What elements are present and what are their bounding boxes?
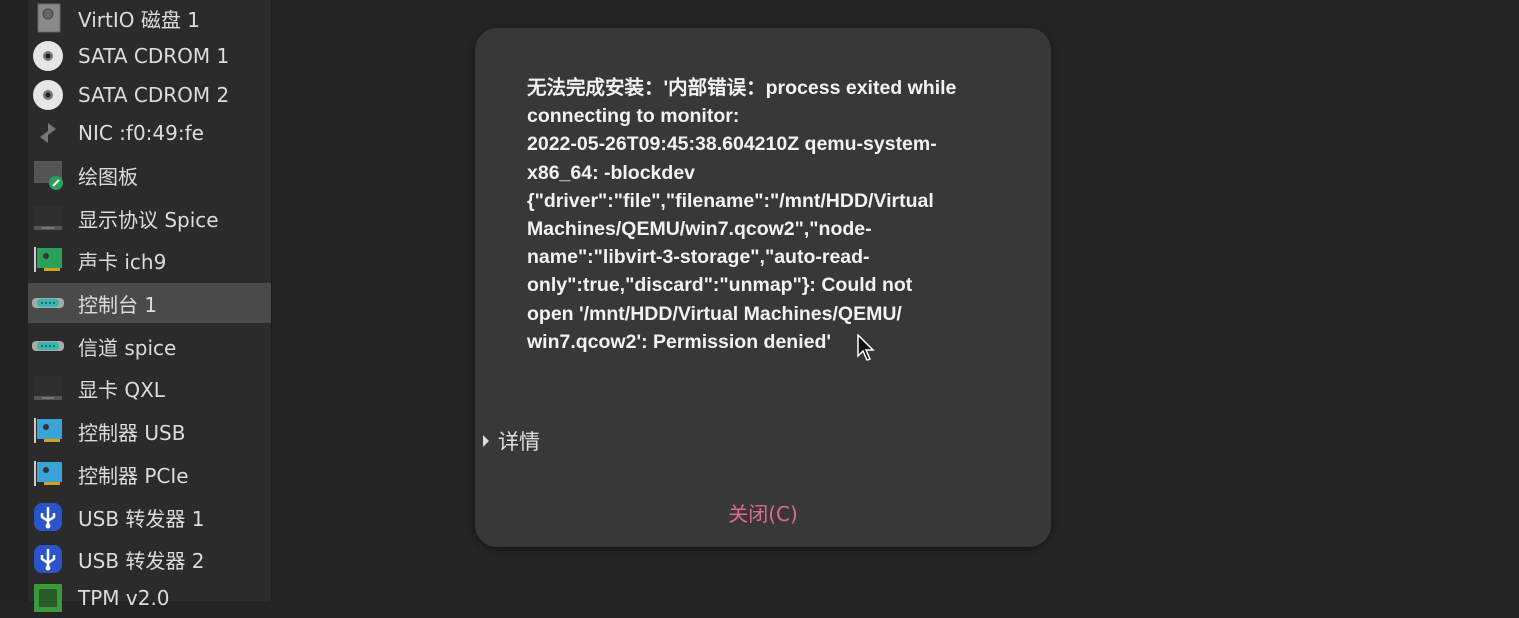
display-icon — [32, 202, 64, 234]
sidebar-item-label: VirtIO 磁盘 1 — [78, 7, 200, 32]
display-icon — [32, 372, 64, 404]
error-message-line: Machines/QEMU/win7.qcow2","node- — [527, 218, 872, 241]
close-button[interactable]: 关闭(C) — [475, 498, 1051, 527]
sidebar-item-label: 控制器 PCIe — [78, 463, 189, 488]
sidebar-item[interactable]: USB 转发器 2 — [28, 539, 271, 579]
sidebar-item-label: SATA CDROM 1 — [78, 44, 230, 68]
sidebar-item-label: 显卡 QXL — [78, 377, 165, 402]
hard-disk-icon — [32, 2, 64, 34]
error-message-line: {"driver":"file","filename":"/mnt/HDD/Vi… — [527, 189, 934, 212]
details-expander[interactable]: 详情 — [483, 426, 540, 456]
sidebar-item-label: 信道 spice — [78, 335, 177, 360]
sidebar-item-label: SATA CDROM 2 — [78, 83, 230, 107]
sidebar-item[interactable]: 绘图板 — [28, 155, 271, 195]
sidebar-item[interactable]: SATA CDROM 1 — [28, 36, 271, 76]
sidebar-item[interactable]: 声卡 ich9 — [28, 240, 271, 280]
sidebar-item-label: 绘图板 — [78, 164, 138, 189]
left-edge — [0, 0, 28, 601]
sidebar-item-label: 控制台 1 — [78, 292, 158, 317]
error-message-line: open '/mnt/HDD/Virtual Machines/QEMU/ — [527, 302, 902, 325]
details-label: 详情 — [498, 430, 540, 454]
sidebar-item[interactable]: 控制台 1 — [28, 283, 271, 323]
sidebar-item[interactable]: SATA CDROM 2 — [28, 75, 271, 115]
sidebar-item[interactable]: 控制器 USB — [28, 411, 271, 451]
sidebar-item-label: TPM v2.0 — [78, 586, 170, 610]
error-dialog: 无法完成安装：'内部错误：process exited while connect… — [475, 28, 1051, 547]
sidebar-item[interactable]: USB 转发器 1 — [28, 497, 271, 537]
sidebar-item[interactable]: TPM v2.0 — [28, 578, 271, 618]
error-message-line: only":true,"discard":"unmap"}: Could not — [527, 274, 913, 297]
network-icon — [32, 117, 64, 149]
usb-icon — [32, 543, 64, 575]
expander-arrow-icon — [483, 435, 489, 447]
sidebar-item[interactable]: 控制器 PCIe — [28, 454, 271, 494]
sidebar-item-label: 声卡 ich9 — [78, 249, 167, 274]
sidebar-item[interactable]: 显示协议 Spice — [28, 198, 271, 238]
tablet-icon — [32, 159, 64, 191]
pci-card-icon — [32, 458, 64, 490]
sidebar-item-label: USB 转发器 1 — [78, 506, 205, 531]
serial-port-icon — [32, 287, 64, 319]
sound-card-icon — [32, 244, 64, 276]
error-message-line: 无法完成安装：'内部错误：process exited while — [527, 77, 957, 99]
error-message-line: connecting to monitor: — [527, 105, 740, 128]
sidebar-item[interactable]: VirtIO 磁盘 1 — [28, 0, 271, 38]
sidebar-item[interactable]: 信道 spice — [28, 326, 271, 366]
pci-card-icon — [32, 415, 64, 447]
tpm-chip-icon — [32, 582, 64, 614]
hardware-list[interactable]: VirtIO 磁盘 1 SATA CDROM 1 SATA CDROM 2 NIC :… — [28, 0, 272, 612]
sidebar-item-label: 显示协议 Spice — [78, 207, 219, 232]
mouse-cursor-icon — [857, 334, 875, 361]
serial-port-icon — [32, 330, 64, 362]
sidebar-item[interactable]: NIC :f0:49:fe — [28, 113, 271, 153]
error-message-line: x86_64: -blockdev — [527, 161, 696, 184]
sidebar-item[interactable]: 显卡 QXL — [28, 368, 271, 408]
usb-icon — [32, 501, 64, 533]
sidebar-item-label: 控制器 USB — [78, 420, 186, 445]
cdrom-icon — [32, 40, 64, 72]
error-message-line: win7.qcow2': Permission denied' — [527, 330, 832, 353]
error-message-line: name":"libvirt-3-storage","auto-read- — [527, 246, 870, 269]
sidebar-item-label: USB 转发器 2 — [78, 548, 205, 573]
sidebar-item-label: NIC :f0:49:fe — [78, 121, 204, 145]
error-message-line: 2022-05-26T09:45:38.604210Z qemu-system- — [527, 133, 937, 156]
cdrom-icon — [32, 79, 64, 111]
error-message: 无法完成安装：'内部错误：process exited while connect… — [527, 74, 956, 356]
